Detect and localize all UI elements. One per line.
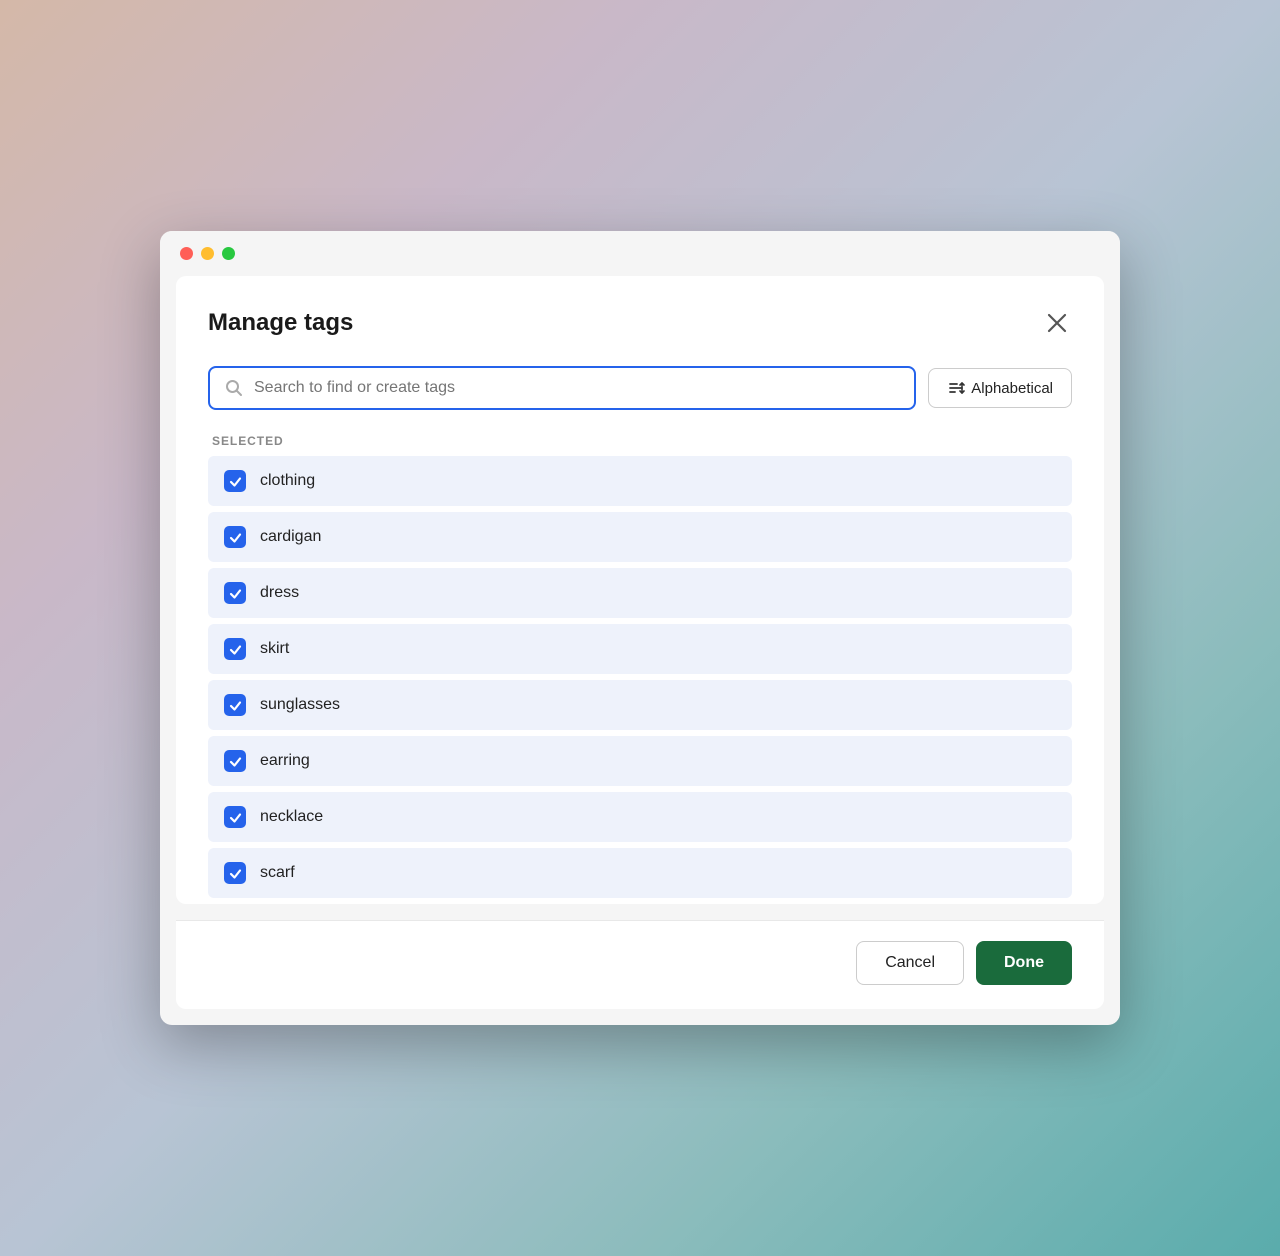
search-icon [224,378,244,398]
tag-label: cardigan [260,528,321,546]
tags-list: clothing cardigan dress skirt sunglasses earr… [208,456,1072,904]
close-icon [1046,312,1068,334]
tag-checkbox[interactable] [224,806,246,828]
modal-header: Manage tags [208,308,1072,338]
checkmark-icon [229,755,242,768]
tag-label: skirt [260,640,289,658]
tag-checkbox[interactable] [224,638,246,660]
tag-item[interactable]: necklace [208,792,1072,842]
sort-icon [947,379,965,397]
maximize-traffic-light[interactable] [222,247,235,260]
tag-label: necklace [260,808,323,826]
checkmark-icon [229,531,242,544]
tag-checkbox[interactable] [224,582,246,604]
section-label: SELECTED [208,434,1072,448]
checkmark-icon [229,587,242,600]
modal-window: Manage tags [160,231,1120,1025]
tag-item[interactable]: cardigan [208,512,1072,562]
modal-footer: Cancel Done [176,920,1104,1009]
search-input-wrapper [208,366,916,410]
minimize-traffic-light[interactable] [201,247,214,260]
modal-content: Manage tags [176,276,1104,904]
tag-item[interactable]: earring [208,736,1072,786]
tag-item[interactable]: clothing [208,456,1072,506]
tag-item[interactable]: dress [208,568,1072,618]
tag-item[interactable]: sunglasses [208,680,1072,730]
tag-item[interactable]: skirt [208,624,1072,674]
checkmark-icon [229,643,242,656]
tag-item[interactable]: scarf [208,848,1072,898]
tag-checkbox[interactable] [224,750,246,772]
tag-label: dress [260,584,299,602]
tag-checkbox[interactable] [224,694,246,716]
tag-label: clothing [260,472,315,490]
checkmark-icon [229,811,242,824]
sort-button[interactable]: Alphabetical [928,368,1072,408]
done-button[interactable]: Done [976,941,1072,985]
search-bar-row: Alphabetical [208,366,1072,410]
tag-checkbox[interactable] [224,470,246,492]
checkmark-icon [229,867,242,880]
title-bar [160,231,1120,260]
tag-label: earring [260,752,310,770]
tag-checkbox[interactable] [224,862,246,884]
checkmark-icon [229,475,242,488]
tag-checkbox[interactable] [224,526,246,548]
checkmark-icon [229,699,242,712]
modal-body: SELECTED clothing cardigan dress skirt sungl… [208,434,1072,904]
tag-label: scarf [260,864,295,882]
cancel-button[interactable]: Cancel [856,941,964,985]
traffic-lights [180,247,235,260]
search-input[interactable] [254,379,900,397]
close-traffic-light[interactable] [180,247,193,260]
tag-label: sunglasses [260,696,340,714]
modal-close-button[interactable] [1042,308,1072,338]
modal-title: Manage tags [208,309,353,337]
